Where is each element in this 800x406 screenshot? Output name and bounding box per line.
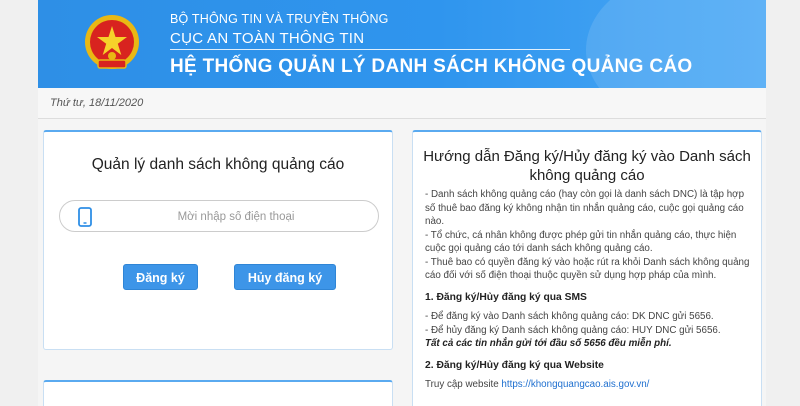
current-date: Thứ tư, 18/11/2020 [50,97,144,109]
sms-unregister-line: - Để hủy đăng ký Danh sách không quảng c… [425,324,721,336]
phone-number-input[interactable] [104,203,368,231]
guide-intro-3: - Thuê bao có quyền đăng ký vào hoặc rút… [425,256,750,282]
guide-panel: Hướng dẫn Đăng ký/Hủy đăng ký vào Danh s… [412,130,762,406]
web-heading: 2. Đăng ký/Hủy đăng ký qua Website [425,359,604,371]
national-emblem-icon [85,15,139,69]
web-prefix: Truy cập website [425,379,502,390]
secondary-panel [43,380,393,406]
web-access-line: Truy cập website https://khongquangcao.a… [425,378,751,392]
guide-intro-2: - Tổ chức, cá nhân không được phép gửi t… [425,229,737,255]
website-link[interactable]: https://khongquangcao.ais.gov.vn/ [501,379,649,390]
mobile-phone-icon [78,207,92,227]
unregister-button[interactable]: Hủy đăng ký [234,264,336,290]
header-divider [170,49,570,50]
register-button[interactable]: Đăng ký [123,264,198,290]
sms-free-note: Tất cả các tin nhắn gửi tới đầu số 5656 … [425,338,672,349]
page-frame: BỘ THÔNG TIN VÀ TRUYỀN THÔNG CỤC AN TOÀN… [38,0,766,406]
manage-panel: Quản lý danh sách không quảng cáo Đăng k… [43,130,393,350]
manage-title: Quản lý danh sách không quảng cáo [91,156,345,173]
sms-heading: 1. Đăng ký/Hủy đăng ký qua SMS [425,291,587,303]
sms-register-line: - Để đăng ký vào Danh sách không quảng c… [425,311,714,322]
ministry-name: BỘ THÔNG TIN VÀ TRUYỀN THÔNG [170,12,389,26]
department-name: CỤC AN TOÀN THÔNG TIN [170,30,365,47]
site-header: BỘ THÔNG TIN VÀ TRUYỀN THÔNG CỤC AN TOÀN… [38,0,766,88]
guide-body: - Danh sách không quảng cáo (hay còn gọi… [425,188,751,392]
guide-intro-1: - Danh sách không quảng cáo (hay còn gọi… [425,189,745,227]
guide-title: Hướng dẫn Đăng ký/Hủy đăng ký vào Danh s… [423,148,751,184]
system-title: HỆ THỐNG QUẢN LÝ DANH SÁCH KHÔNG QUẢNG C… [170,56,693,77]
date-bar: Thứ tư, 18/11/2020 [38,88,766,119]
phone-input-wrapper [59,200,379,232]
